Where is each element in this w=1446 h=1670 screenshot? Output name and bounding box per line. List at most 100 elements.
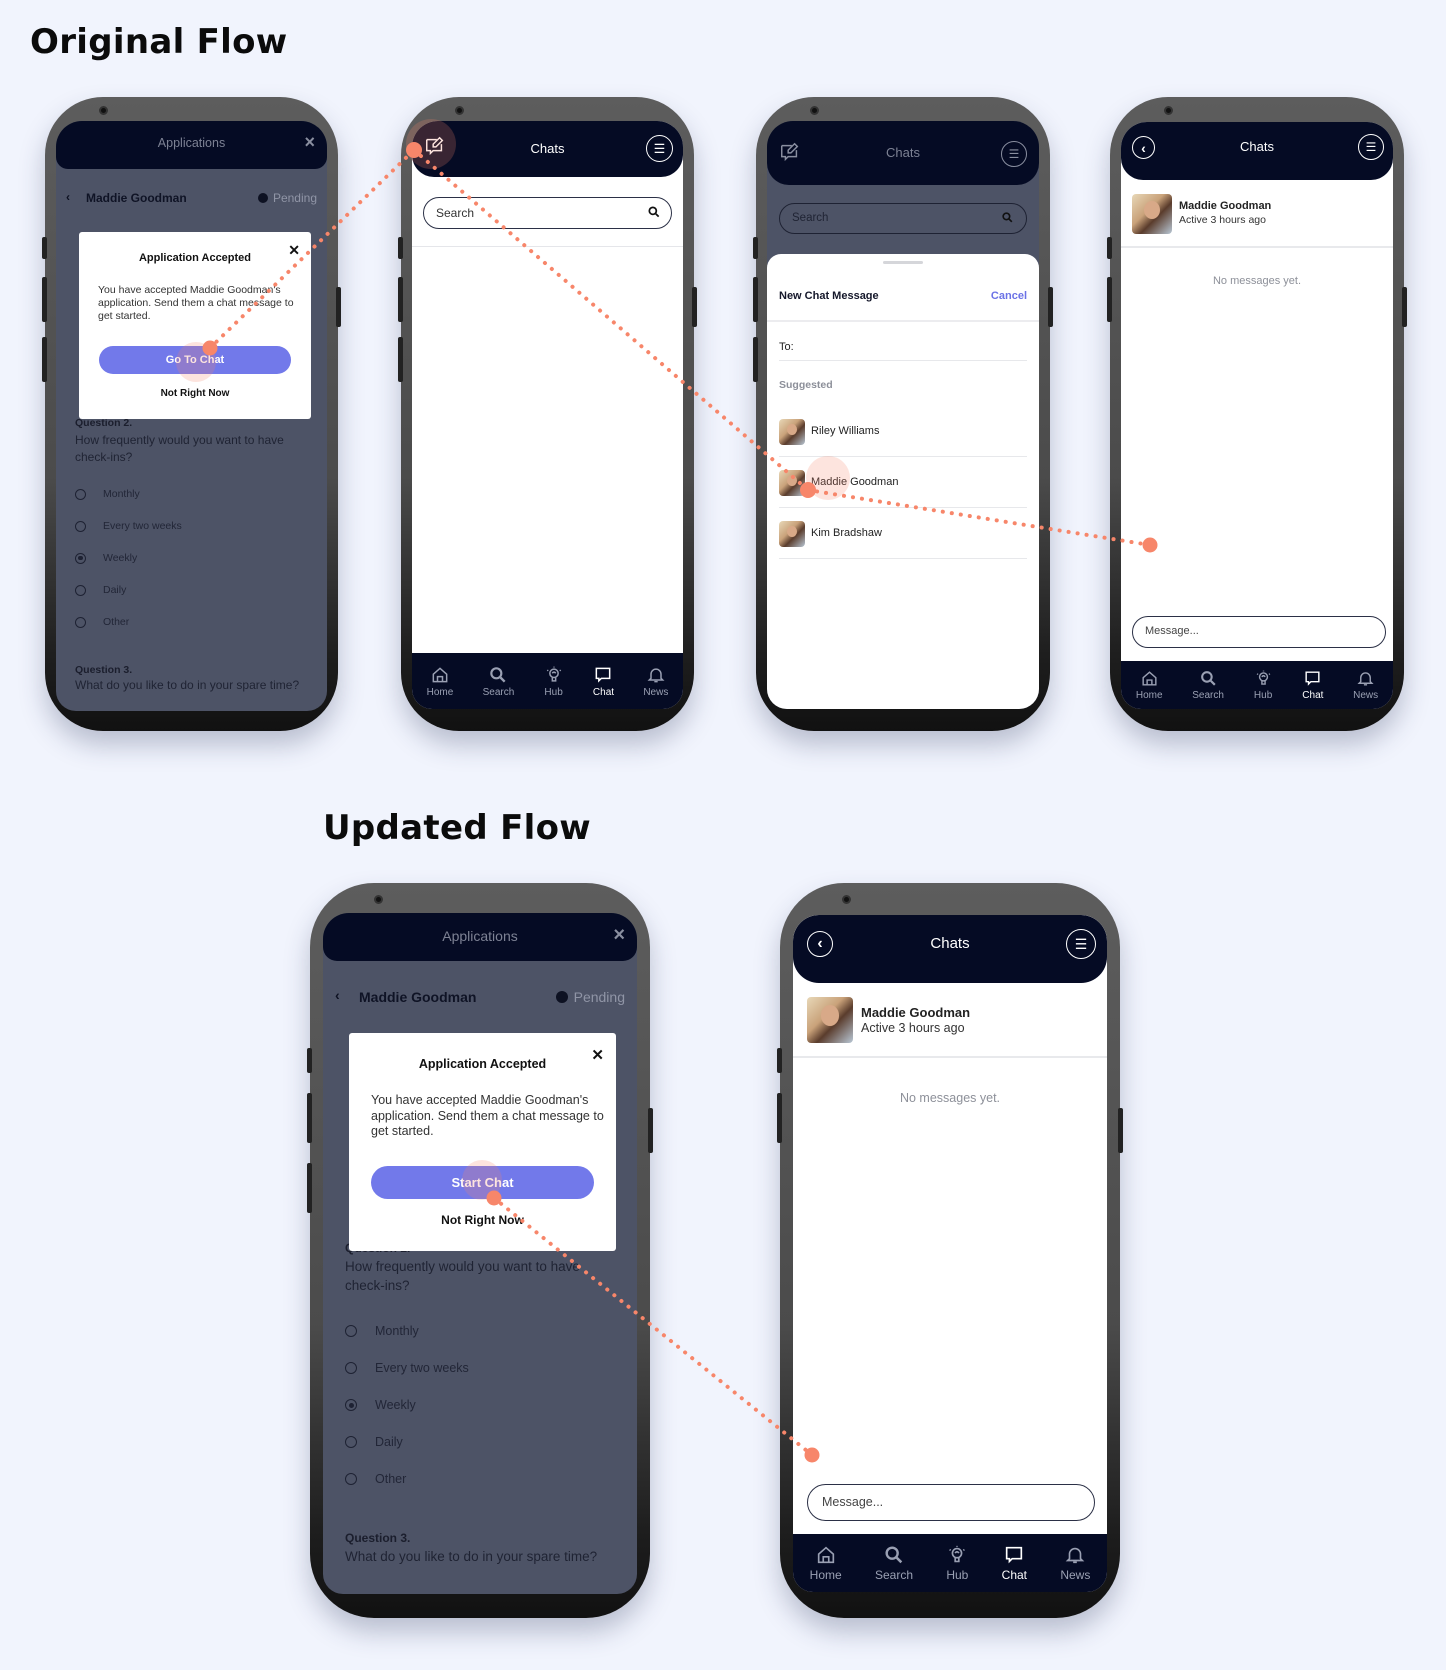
radio-label: Daily [375, 1435, 403, 1449]
radio-option[interactable]: Monthly [75, 488, 140, 500]
bell-icon [647, 667, 665, 682]
radio-checked-icon [75, 552, 86, 564]
modal-close-icon[interactable]: ✕ [288, 242, 300, 259]
contact-name: Kim Bradshaw [811, 527, 882, 539]
tab-news[interactable]: News [1060, 1544, 1090, 1582]
tab-news[interactable]: News [643, 665, 668, 698]
tab-bar: Home Search Hub Chat News [1121, 661, 1393, 709]
tab-label: Search [874, 1568, 914, 1582]
radio-option[interactable]: Other [75, 616, 129, 628]
tab-label: Home [809, 1568, 842, 1582]
menu-button[interactable]: ☰ [1001, 141, 1027, 167]
header-title: Chats [886, 145, 920, 160]
radio-option[interactable]: Every two weeks [75, 520, 182, 532]
tab-label: Search [482, 686, 515, 698]
radio-label: Every two weeks [103, 520, 182, 532]
tab-label: Hub [946, 1568, 969, 1582]
modal-body: You have accepted Maddie Goodman's appli… [98, 284, 294, 323]
contact-list-item[interactable]: Maddie Goodman [779, 457, 1027, 508]
menu-button[interactable]: ☰ [646, 135, 673, 162]
lightbulb-icon [949, 1545, 966, 1563]
tab-home[interactable]: Home [1136, 669, 1163, 701]
tab-home[interactable]: Home [427, 665, 453, 698]
tab-hub[interactable]: Hub [946, 1544, 968, 1582]
radio-unchecked-icon [75, 616, 86, 628]
radio-label: Other [375, 1472, 407, 1486]
header-title: Chats [930, 935, 970, 952]
tab-search[interactable]: Search [1192, 669, 1224, 701]
modal-title: Application Accepted [138, 252, 252, 264]
radio-option[interactable]: Daily [75, 584, 126, 596]
contact-list-item[interactable]: Riley Williams [779, 406, 1027, 457]
message-input[interactable]: Message... [1132, 616, 1386, 648]
radio-unchecked-icon [345, 1325, 357, 1337]
radio-option[interactable]: Weekly [75, 552, 137, 564]
close-icon[interactable]: × [613, 924, 625, 947]
tab-label: News [1060, 1568, 1091, 1582]
modal-body: You have accepted Maddie Goodman's appli… [371, 1093, 604, 1139]
message-input[interactable]: Message... [807, 1484, 1095, 1521]
tab-bar: Home Search Hub Chat News [412, 653, 683, 709]
tab-chat[interactable]: Chat [593, 665, 614, 698]
radio-option[interactable]: Other [345, 1472, 406, 1486]
menu-button[interactable]: ☰ [1358, 134, 1384, 160]
search-icon [490, 666, 506, 682]
status-badge: Pending [257, 191, 317, 205]
back-chevron-icon[interactable]: ‹ [66, 190, 70, 204]
radio-unchecked-icon [345, 1473, 357, 1485]
applicant-name: Maddie Goodman [86, 191, 187, 205]
radio-label: Monthly [103, 488, 140, 500]
tab-hub[interactable]: Hub [1254, 669, 1273, 701]
menu-button[interactable]: ☰ [1066, 929, 1096, 959]
application-accepted-modal: Application Accepted ✕ You have accepted… [349, 1033, 616, 1251]
start-chat-button[interactable]: Start Chat [371, 1166, 594, 1199]
tab-label: Hub [544, 686, 563, 698]
new-chat-sheet: New Chat Message Cancel To: Suggested Ri… [767, 254, 1039, 709]
empty-state-text: No messages yet. [899, 1091, 1001, 1105]
back-chevron-icon[interactable]: ‹ [335, 987, 340, 1003]
contact-status: Active 3 hours ago [1179, 214, 1266, 226]
home-icon [1142, 671, 1157, 686]
modal-close-icon[interactable]: ✕ [591, 1046, 604, 1064]
tab-home[interactable]: Home [810, 1544, 842, 1582]
radio-checked-icon [345, 1399, 357, 1411]
tab-chat[interactable]: Chat [1002, 1544, 1027, 1582]
contact-avatar [1132, 194, 1172, 234]
contact-avatar [779, 470, 805, 496]
radio-option[interactable]: Weekly [345, 1398, 416, 1412]
tab-news[interactable]: News [1353, 669, 1378, 701]
tab-search[interactable]: Search [875, 1544, 913, 1582]
applicant-name: Maddie Goodman [359, 989, 477, 1005]
radio-unchecked-icon [345, 1362, 357, 1374]
close-icon[interactable]: × [304, 132, 315, 153]
tab-chat[interactable]: Chat [1302, 669, 1323, 701]
radio-option[interactable]: Daily [345, 1435, 403, 1449]
to-field[interactable]: To: [779, 334, 1027, 361]
sheet-title: New Chat Message [779, 290, 879, 302]
search-icon [647, 205, 661, 224]
phone-new-chat: Chats ☰ Search New Chat Message Cancel T… [753, 97, 1053, 731]
tab-search[interactable]: Search [482, 665, 515, 698]
updated-flow-title: Updated Flow [323, 808, 591, 848]
search-input[interactable]: Search [423, 197, 672, 229]
question3-text: What do you like to do in your spare tim… [345, 1549, 598, 1564]
chat-icon [596, 667, 611, 683]
radio-option[interactable]: Monthly [345, 1324, 419, 1338]
tab-hub[interactable]: Hub [544, 665, 564, 698]
contact-list-item[interactable]: Kim Bradshaw [779, 508, 1027, 559]
search-icon [1200, 671, 1216, 686]
cancel-button[interactable]: Cancel [991, 290, 1027, 302]
radio-unchecked-icon [75, 488, 86, 500]
search-input[interactable]: Search [779, 203, 1027, 234]
go-to-chat-button[interactable]: Go To Chat [99, 346, 291, 374]
not-right-now-button[interactable]: Not Right Now [79, 388, 311, 399]
tab-label: Chat [1302, 690, 1324, 701]
phone-chats-list: Chats ☰ Search Home Search Hub Chat News [398, 97, 697, 731]
drag-handle[interactable] [883, 261, 923, 264]
original-flow-title: Original Flow [30, 22, 288, 62]
radio-label: Daily [103, 584, 127, 596]
header-title: Applications [442, 928, 518, 944]
not-right-now-button[interactable]: Not Right Now [349, 1213, 616, 1227]
radio-option[interactable]: Every two weeks [345, 1361, 469, 1375]
contact-name: Maddie Goodman [861, 1005, 971, 1020]
